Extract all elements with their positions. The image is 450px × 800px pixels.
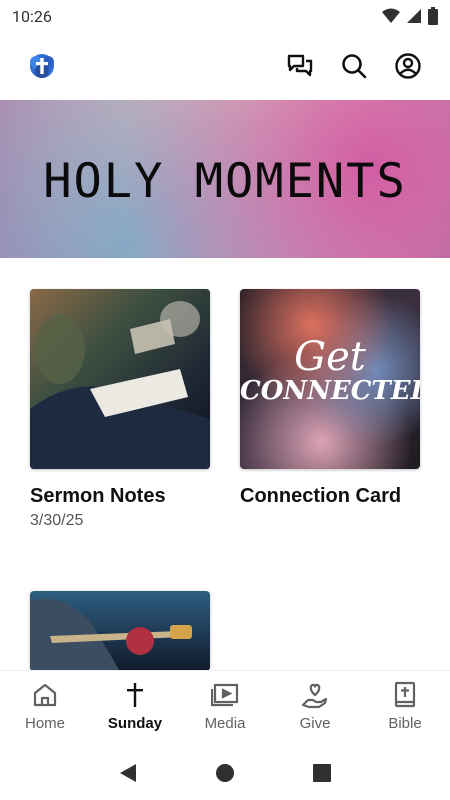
status-bar: 10:26 [0,0,450,32]
nav-label-give: Give [299,715,331,732]
account-icon[interactable] [392,50,424,82]
app-actions [284,50,424,82]
chat-icon[interactable] [284,50,316,82]
signal-icon [407,9,421,23]
app-bar [0,40,450,92]
search-icon[interactable] [338,50,370,82]
home-icon [31,681,59,709]
sermon-notes-card[interactable]: Sermon Notes 3/30/25 [30,289,210,530]
connection-card-image: Get CONNECTED [240,289,420,469]
connection-card[interactable]: Get CONNECTED Connection Card [240,289,420,508]
back-icon[interactable] [114,759,142,787]
media-card[interactable] [30,591,210,671]
connection-image-text: Get CONNECTED [240,337,420,405]
status-icons [382,7,438,25]
status-time: 10:26 [12,6,52,26]
guitar-image [30,591,210,671]
nav-label-bible: Bible [388,715,422,732]
sermon-notes-image [30,289,210,469]
image-text-connected: CONNECTED [240,376,420,406]
wifi-icon [382,8,400,23]
nav-label-media: Media [204,715,246,732]
cross-icon [121,681,149,709]
bottom-navigation: Home Sunday Media Give Bible [0,670,450,746]
nav-label-home: Home [24,715,65,732]
card-date: 3/30/25 [30,512,84,529]
nav-give[interactable]: Give [270,671,360,746]
nav-label-sunday: Sunday [107,715,163,732]
image-text-get: Get [294,334,366,380]
nav-media[interactable]: Media [180,671,270,746]
give-icon [301,681,329,709]
recents-icon[interactable] [308,759,336,787]
system-navigation [0,746,450,800]
battery-icon [428,7,438,25]
nav-bible[interactable]: Bible [360,671,450,746]
church-logo-icon[interactable] [26,50,58,82]
nav-sunday[interactable]: Sunday [90,671,180,746]
home-circle-icon[interactable] [211,759,239,787]
banner-title: HOLY MOMENTS [43,154,407,209]
media-icon [211,681,239,709]
card-title: Sermon Notes [30,485,166,507]
bible-icon [391,681,419,709]
card-title: Connection Card [240,485,402,507]
nav-home[interactable]: Home [0,671,90,746]
hero-banner[interactable]: HOLY MOMENTS [0,100,450,258]
